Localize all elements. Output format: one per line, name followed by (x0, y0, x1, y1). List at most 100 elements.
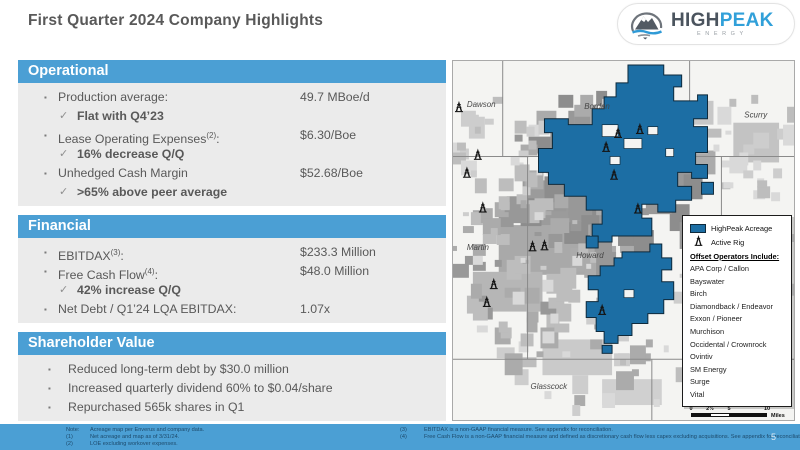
check-item: ✓ 16% decrease Q/Q (18, 145, 446, 164)
county-label-dawson: Dawson (467, 100, 496, 109)
scalebar-bar (691, 413, 767, 417)
bullet-icon: ▪ (44, 262, 47, 281)
legend-operator: Diamondback / Endeavor (690, 301, 785, 314)
county-label-martin: Martin (467, 243, 490, 252)
bullet-item: ▪Lease Operating Expenses(2):$6.30/Boe (18, 126, 446, 145)
county-label-glasscock: Glasscock (531, 382, 569, 391)
section-shareholder-value: Shareholder Value ▪ Reduced long-term debt… (18, 332, 446, 421)
footnote: (3)EBITDAX is a non-GAAP financial measu… (400, 427, 800, 434)
row-value: 49.7 MBoe/d (300, 88, 370, 107)
legend-operator: Occidental / Crownrock (690, 339, 785, 352)
footnote-ref: (2) (206, 131, 216, 140)
section-operational: Operational▪Production average:49.7 MBoe… (18, 60, 446, 206)
footnote-ref: (1) (66, 434, 90, 441)
check-icon: ✓ (59, 145, 68, 164)
acreage-hole (624, 290, 634, 298)
bullet-item: ▪Net Debt / Q1’24 LQA EBITDAX:1.07x (18, 300, 446, 319)
check-item: ✓ 42% increase Q/Q (18, 281, 446, 300)
section-financial: Financial▪EBITDAX(3):$233.3 Million▪Free… (18, 215, 446, 323)
county-label-howard: Howard (576, 251, 604, 260)
row-label: 42% increase Q/Q (77, 283, 181, 297)
county-label-scurry: Scurry (744, 111, 768, 120)
check-icon: ✓ (59, 183, 68, 202)
acreage-hole (624, 139, 642, 149)
map-legend: HighPeak Acreage Active Rig Offset Operato… (682, 215, 792, 407)
scalebar-ticks: 02½510 (691, 406, 791, 412)
bullet-icon: ▪ (44, 243, 47, 262)
legend-operator: Vital (690, 389, 785, 402)
bullet-icon: ▪ (48, 379, 51, 398)
slide: First Quarter 2024 Company Highlights HI… (0, 0, 800, 450)
footnote-text: Net acreage and map as of 3/31/24. (90, 434, 179, 440)
acreage-swatch (690, 224, 706, 233)
row-value: $48.0 Million (300, 262, 369, 281)
row-label: Free Cash Flow(4): (58, 268, 158, 282)
logo-high: HIGH (671, 10, 720, 31)
section-header: Shareholder Value (18, 332, 446, 355)
legend-rig-row: Active Rig (690, 235, 785, 249)
legend-operator: APA Corp / Callon (690, 263, 785, 276)
legend-operator: Exxon / Pioneer (690, 313, 785, 326)
footnote-text: EBITDAX is a non-GAAP financial measure.… (424, 427, 613, 433)
rig-icon (690, 233, 706, 251)
legend-acreage-label: HighPeak Acreage (711, 224, 772, 233)
mountain-icon (626, 8, 666, 40)
bullet-item: ▪ Free Cash Flow(4): $48.0 Million (18, 262, 446, 281)
scalebar-tick: 10 (764, 406, 770, 412)
footnote-text: LOE excluding workover expenses. (90, 441, 178, 447)
row-label: Repurchased 565k shares in Q1 (68, 400, 244, 414)
highpeak-logo: HIGHPEAK ENERGY (617, 3, 795, 45)
logo-energy: ENERGY (697, 32, 774, 38)
section-header: Financial (18, 215, 446, 238)
footnote-text: Acreage map per Enverus and company data… (90, 427, 204, 433)
bullet-icon: ▪ (44, 300, 47, 319)
legend-operator: Birch (690, 288, 785, 301)
footnote: (4)Free Cash Flow is a non-GAAP financia… (400, 434, 800, 441)
row-value: $233.3 Million (300, 243, 376, 262)
section-body: ▪ Production average: 49.7 MBoe/d ✓ Flat wit… (18, 83, 446, 206)
footnote: (2)LOE excluding workover expenses. (66, 441, 204, 448)
legend-rig-label: Active Rig (711, 238, 744, 247)
check-icon: ✓ (59, 281, 68, 300)
footnote-ref: Note: (66, 427, 90, 434)
row-label: Production average: (58, 90, 168, 104)
legend-operators-title: Offset Operators Include: (690, 252, 785, 261)
scalebar-tick: 2½ (706, 406, 714, 412)
footnote-ref: (4) (145, 267, 155, 276)
section-body: ▪ Reduced long-term debt by $30.0 million… (18, 355, 446, 421)
scalebar-tick: 0 (689, 406, 692, 412)
highlights-column: Operational▪Production average:49.7 MBoe… (18, 60, 446, 430)
check-item: ✓>65% above peer average (18, 183, 446, 202)
footnote-ref: (2) (66, 441, 90, 448)
footnotes-left: Note:Acreage map per Enverus and company… (66, 427, 204, 447)
section-body: ▪EBITDAX(3):$233.3 Million▪Free Cash Flo… (18, 238, 446, 323)
bullet-icon: ▪ (44, 126, 47, 145)
legend-operator: Murchison (690, 326, 785, 339)
legend-operator: Surge (690, 376, 785, 389)
bullet-item: ▪ Production average: 49.7 MBoe/d (18, 88, 446, 107)
bullet-icon: ▪ (44, 88, 47, 107)
row-label: Lease Operating Expenses(2): (58, 132, 220, 146)
county-label-borden: Borden (584, 102, 610, 111)
footnote-ref: (3) (111, 248, 121, 257)
bullet-item: ▪Increased quarterly dividend 60% to $0.… (18, 379, 446, 398)
legend-operator: Ovintiv (690, 351, 785, 364)
row-label: 16% decrease Q/Q (77, 147, 184, 161)
row-label: Reduced long-term debt by $30.0 million (68, 362, 289, 376)
logo-peak: PEAK (720, 10, 774, 31)
bullet-item: ▪Unhedged Cash Margin$52.68/Boe (18, 164, 446, 183)
bullet-icon: ▪ (48, 360, 51, 379)
logo-text: HIGHPEAK ENERGY (671, 11, 774, 38)
row-label: Net Debt / Q1’24 LQA EBITDAX: (58, 302, 236, 316)
row-label: Flat with Q4’23 (77, 109, 164, 123)
bullet-icon: ▪ (44, 164, 47, 183)
scalebar-segment (729, 414, 766, 416)
footnote-text: Free Cash Flow is a non-GAAP financial m… (424, 434, 800, 440)
acreage-hole (648, 127, 658, 135)
footnotes-right: (3)EBITDAX is a non-GAAP financial measu… (400, 427, 800, 441)
row-value: $52.68/Boe (300, 164, 363, 183)
footnotes-bar: Note:Acreage map per Enverus and company… (0, 424, 800, 450)
bullet-item: ▪EBITDAX(3):$233.3 Million (18, 243, 446, 262)
check-icon: ✓ (59, 107, 68, 126)
check-item: ✓ Flat with Q4’23 (18, 107, 446, 126)
